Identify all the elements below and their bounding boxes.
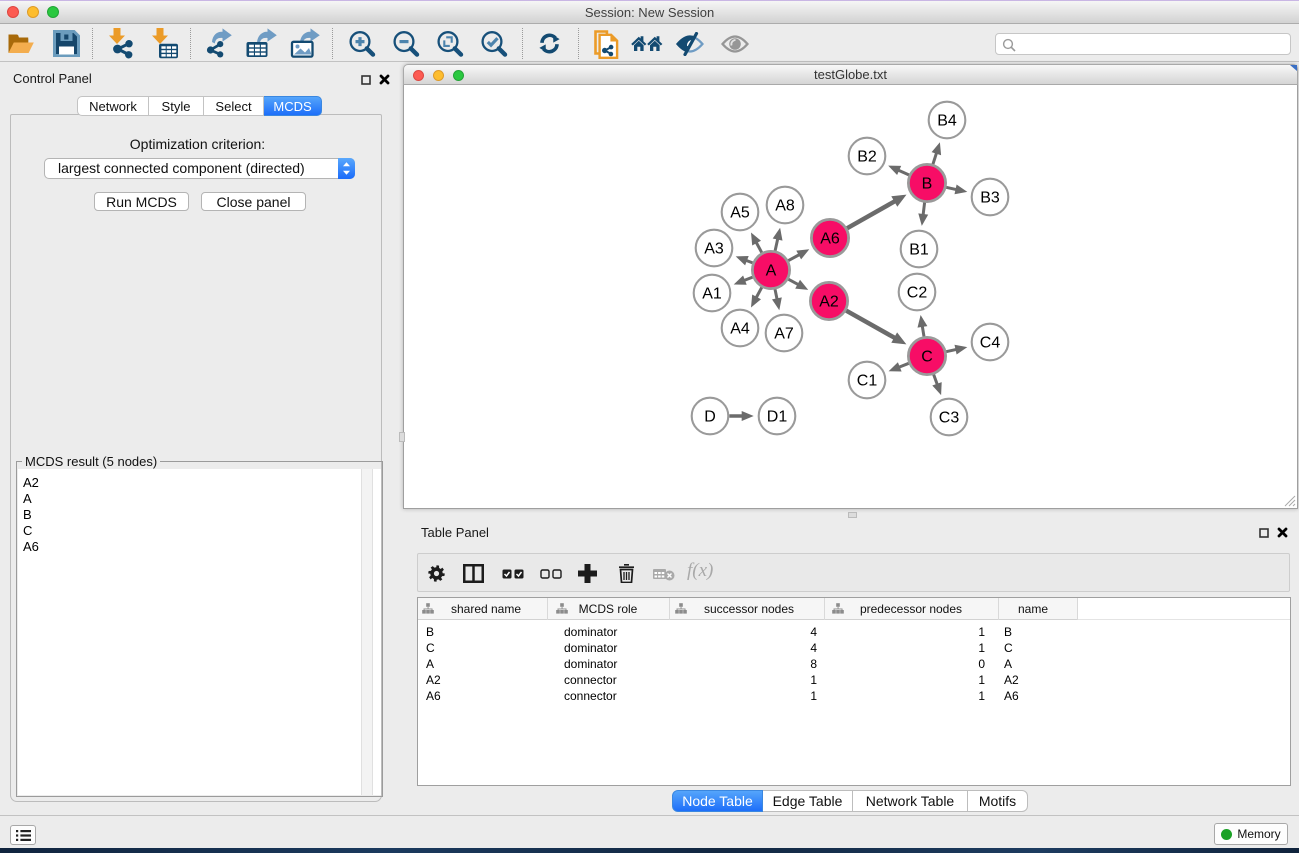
svg-text:A4: A4	[730, 321, 750, 338]
svg-text:A1: A1	[702, 286, 722, 303]
svg-text:D1: D1	[767, 409, 788, 426]
svg-text:A5: A5	[730, 205, 750, 222]
svg-text:C4: C4	[980, 335, 1001, 352]
svg-text:C3: C3	[939, 410, 960, 427]
svg-text:A6: A6	[820, 231, 840, 248]
svg-text:C: C	[921, 349, 933, 366]
svg-text:A: A	[766, 263, 777, 280]
svg-text:A2: A2	[819, 294, 839, 311]
svg-text:B1: B1	[909, 242, 929, 259]
svg-text:A3: A3	[704, 241, 724, 258]
svg-text:A7: A7	[774, 326, 794, 343]
svg-text:C1: C1	[857, 373, 878, 390]
svg-text:C2: C2	[907, 285, 928, 302]
svg-text:B2: B2	[857, 149, 877, 166]
svg-text:A8: A8	[775, 198, 795, 215]
svg-text:B3: B3	[980, 190, 1000, 207]
svg-text:B4: B4	[937, 113, 957, 130]
svg-text:B: B	[922, 176, 933, 193]
svg-text:D: D	[704, 409, 716, 426]
